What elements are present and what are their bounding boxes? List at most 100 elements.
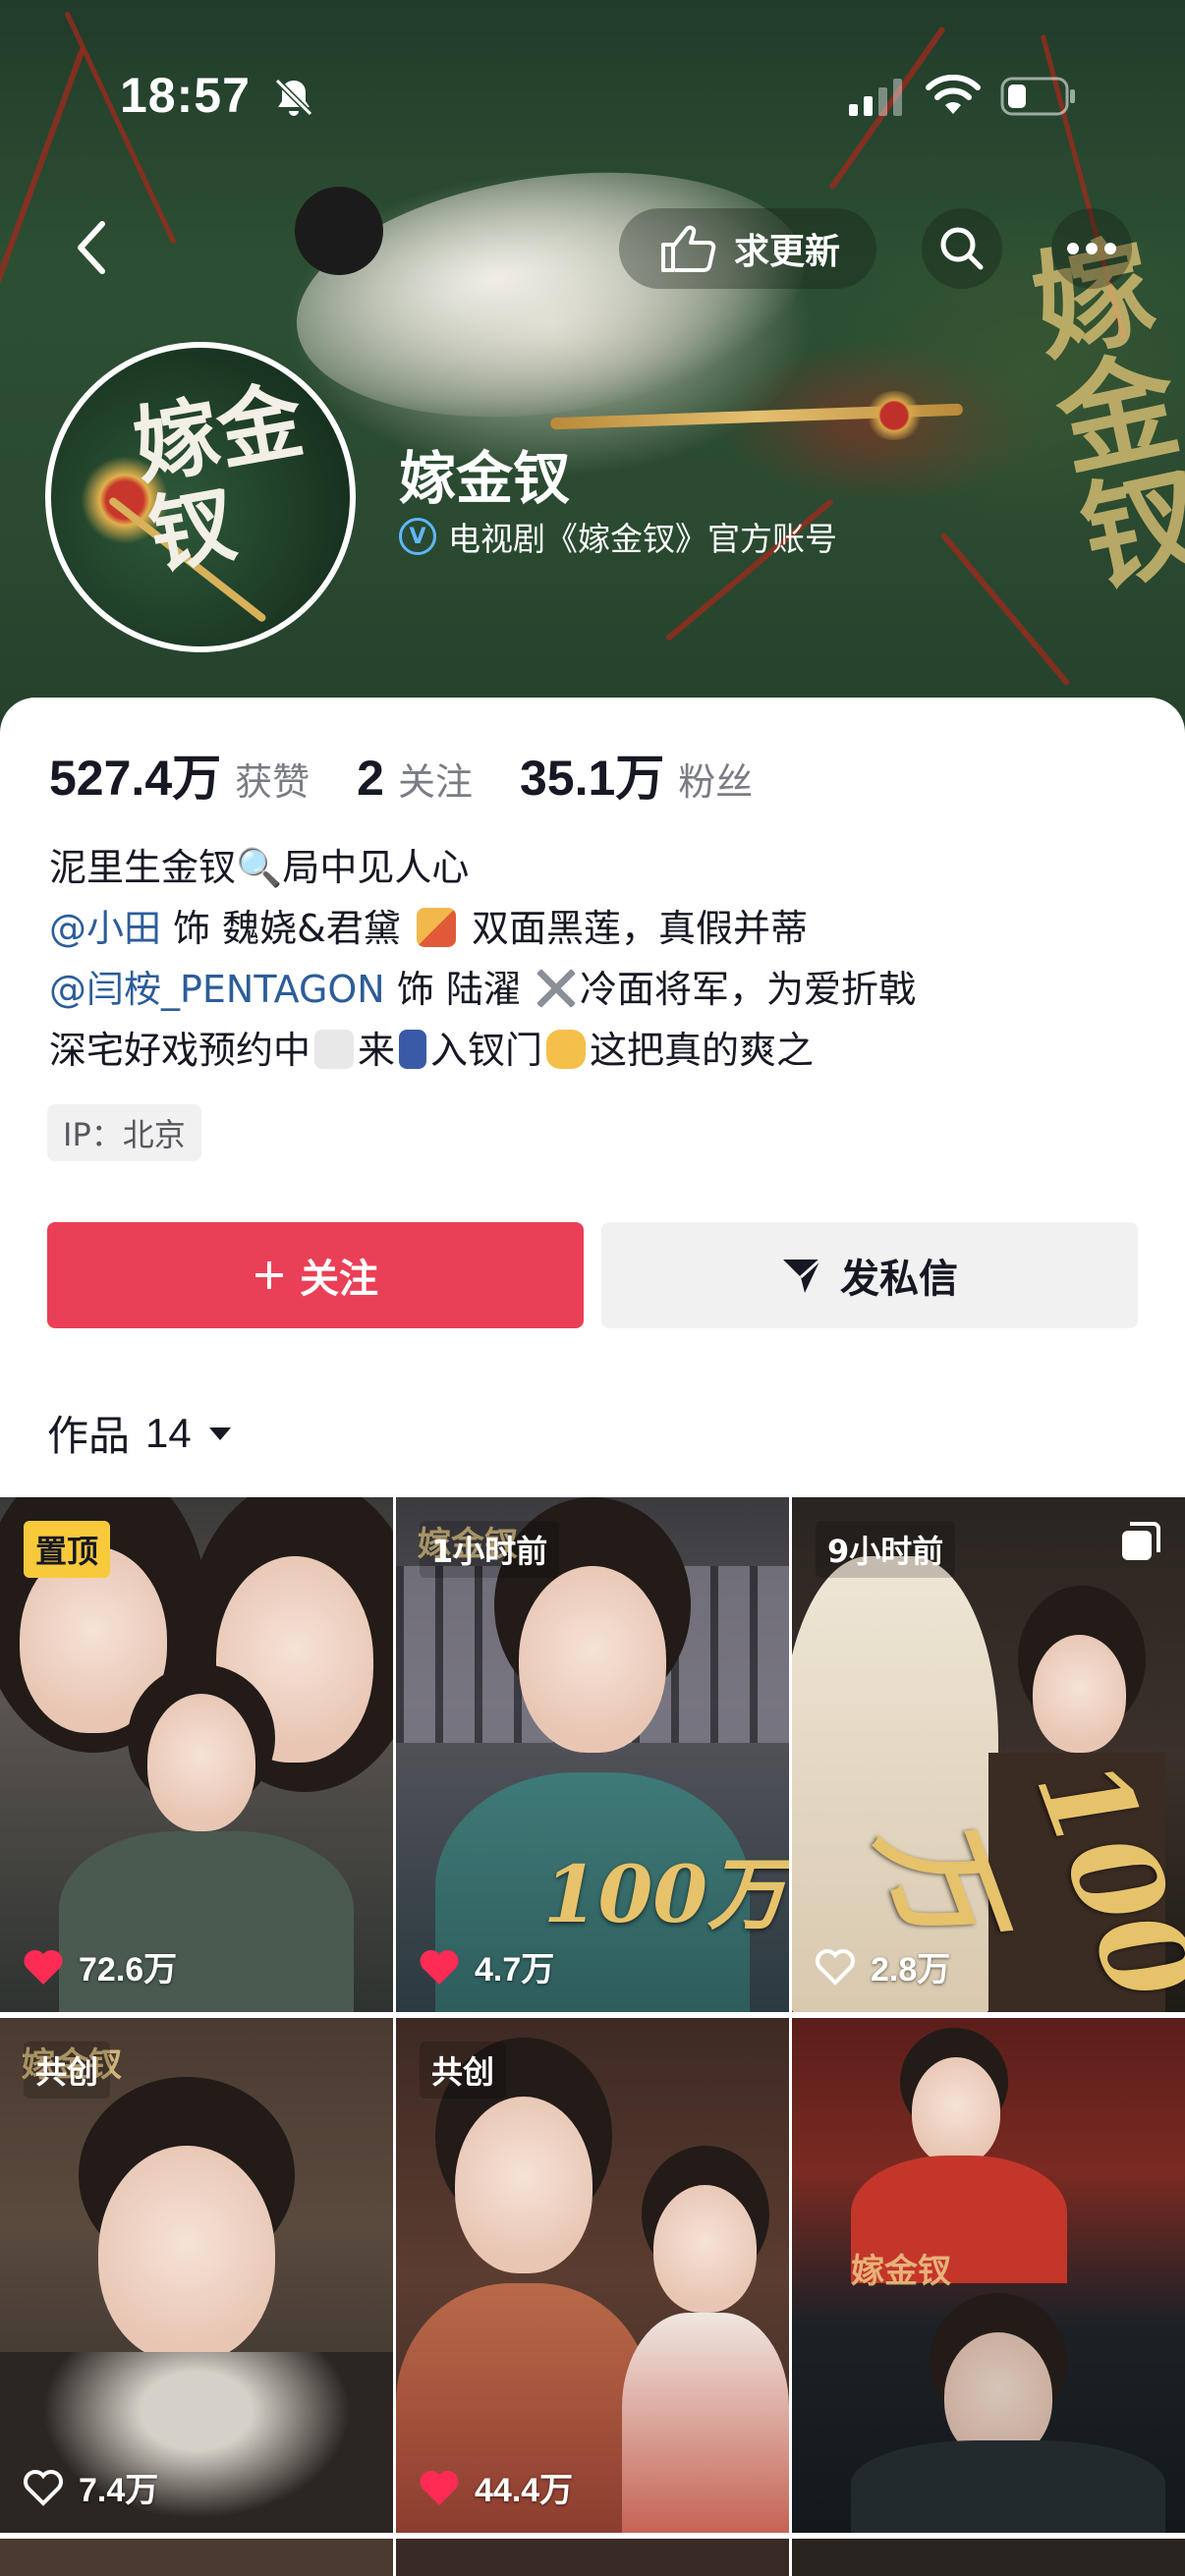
battery-icon bbox=[1000, 77, 1075, 116]
video-thumbnail[interactable]: 置顶 72.6万 bbox=[0, 1497, 393, 2012]
video-thumbnail[interactable]: 100万 嫁金钗 1小时前 4.7万 bbox=[396, 1497, 789, 2012]
multi-image-icon bbox=[1122, 1522, 1160, 1560]
mask-emoji-icon bbox=[416, 908, 456, 947]
stat-following[interactable]: 2 关注 bbox=[357, 750, 473, 807]
video-thumbnail[interactable]: 嫁金钗 bbox=[792, 2018, 1185, 2533]
bio-text: 入钗门 bbox=[430, 1029, 543, 1072]
bio-line-2: @小田 饰 魏娆&君黛 双面黑莲，真假并蒂 bbox=[49, 898, 916, 959]
profile-stats: 527.4万 获赞 2 关注 35.1万 粉丝 bbox=[49, 739, 800, 810]
works-label: 作品 bbox=[47, 1412, 131, 1460]
on-arrow-emoji-icon bbox=[314, 1030, 355, 1069]
bio-line-3: @闫桉_PENTAGON 饰 陆濯 冷面将军，为爱折戟 bbox=[49, 959, 916, 1020]
like-count-text: 4.7万 bbox=[475, 1951, 555, 1988]
video-like-count: 2.8万 bbox=[814, 1942, 950, 1990]
time-badge: 9小时前 bbox=[816, 1521, 956, 1578]
video-thumbnail[interactable] bbox=[396, 2539, 789, 2576]
thumb-overlay-text: 100万 bbox=[543, 1848, 786, 1940]
send-message-button[interactable]: 发私信 bbox=[601, 1222, 1138, 1328]
like-count-text: 72.6万 bbox=[79, 1951, 178, 1988]
bio-line-4: 深宅好戏预约中 来入钗门 这把真的爽之 bbox=[49, 1020, 916, 1081]
thumb-robe bbox=[622, 2313, 789, 2533]
co-create-badge: 共创 bbox=[420, 2042, 507, 2099]
heart-filled-icon bbox=[24, 1949, 63, 1985]
search-icon bbox=[940, 227, 984, 270]
verified-description: V 电视剧《嫁金钗》官方账号 bbox=[399, 513, 837, 560]
back-arrow-icon[interactable] bbox=[63, 212, 122, 283]
heart-filled-icon bbox=[420, 1949, 459, 1985]
avatar[interactable]: 嫁金钗 bbox=[45, 342, 356, 652]
video-thumbnail[interactable]: 共创 44.4万 bbox=[396, 2018, 789, 2533]
banner-figure-hair bbox=[295, 187, 383, 275]
works-count: 14 bbox=[145, 1409, 192, 1456]
search-button[interactable] bbox=[922, 208, 1002, 289]
mention-link[interactable]: @闫桉_PENTAGON bbox=[49, 968, 385, 1011]
video-thumbnail[interactable] bbox=[792, 2539, 1185, 2576]
crossed-swords-emoji-icon bbox=[536, 969, 576, 1008]
more-dots-icon bbox=[1067, 243, 1116, 254]
jeans-emoji-icon bbox=[399, 1030, 427, 1069]
thumb-face bbox=[912, 2057, 1000, 2165]
dropdown-triangle-icon bbox=[208, 1427, 231, 1440]
follow-label: 关注 bbox=[300, 1257, 378, 1302]
stat-likes[interactable]: 527.4万 获赞 bbox=[49, 739, 310, 810]
pointing-hand-emoji-icon bbox=[546, 1030, 587, 1069]
ip-location-tag: IP：北京 bbox=[47, 1104, 201, 1161]
status-time: 18:57 bbox=[120, 68, 251, 123]
bio-text: 双面黑莲，真假并蒂 bbox=[459, 907, 808, 950]
request-update-button[interactable]: 求更新 bbox=[619, 208, 876, 289]
co-create-badge: 共创 bbox=[24, 2042, 111, 2099]
bio-text: 这把真的爽之 bbox=[590, 1029, 815, 1072]
account-name: 嫁金钗 bbox=[399, 445, 571, 512]
thumb-face bbox=[653, 2185, 757, 2313]
stat-following-label: 关注 bbox=[397, 760, 473, 804]
thumb-watermark: 嫁金钗 bbox=[851, 2252, 951, 2291]
silent-mode-icon bbox=[274, 78, 313, 117]
video-thumbnail[interactable]: 嫁金钗 共创 7.4万 bbox=[0, 2018, 393, 2533]
more-options-button[interactable] bbox=[1051, 208, 1132, 289]
follow-button[interactable]: 关注 bbox=[47, 1222, 584, 1328]
works-tab[interactable]: 作品 14 bbox=[47, 1403, 233, 1463]
stat-following-value: 2 bbox=[357, 751, 384, 806]
request-update-label: 求更新 bbox=[733, 232, 840, 272]
profile-bio: 泥里生金钗🔍局中见人心 @小田 饰 魏娆&君黛 双面黑莲，真假并蒂 @闫桉_PE… bbox=[49, 837, 916, 1081]
bio-text: 深宅好戏预约中 bbox=[49, 1029, 311, 1072]
thumb-face bbox=[519, 1566, 666, 1753]
bio-text: 饰 魏娆&君黛 bbox=[161, 907, 413, 950]
stat-likes-value: 527.4万 bbox=[49, 751, 222, 806]
video-like-count: 44.4万 bbox=[418, 2463, 573, 2511]
thumb-face bbox=[98, 2146, 275, 2362]
video-thumbnail[interactable] bbox=[0, 2539, 393, 2576]
cellular-signal-icon bbox=[849, 79, 902, 116]
avatar-calligraphy: 嫁金钗 bbox=[126, 370, 310, 587]
plus-icon bbox=[255, 1261, 283, 1289]
heart-filled-icon bbox=[420, 2470, 459, 2505]
pinned-badge: 置顶 bbox=[24, 1521, 111, 1578]
bio-line-1: 泥里生金钗🔍局中见人心 bbox=[49, 846, 470, 889]
verified-text: 电视剧《嫁金钗》官方账号 bbox=[448, 520, 837, 558]
video-like-count: 4.7万 bbox=[418, 1942, 554, 1990]
stat-followers-label: 粉丝 bbox=[678, 760, 754, 804]
bio-text: 饰 陆濯 bbox=[384, 968, 533, 1011]
stat-likes-label: 获赞 bbox=[235, 760, 310, 804]
thumb-face bbox=[455, 2097, 592, 2273]
send-message-label: 发私信 bbox=[840, 1257, 958, 1302]
like-count-text: 7.4万 bbox=[79, 2472, 159, 2509]
video-thumbnail[interactable]: 100万 9小时前 2.8万 bbox=[792, 1497, 1185, 2012]
video-like-count: 72.6万 bbox=[22, 1942, 177, 1990]
heart-outline-icon bbox=[816, 1948, 855, 1986]
stat-followers-value: 35.1万 bbox=[519, 751, 665, 806]
time-badge: 1小时前 bbox=[420, 1521, 560, 1578]
hand-point-icon bbox=[660, 225, 716, 272]
banner-figure-illustration bbox=[280, 141, 820, 448]
video-like-count: 7.4万 bbox=[22, 2463, 158, 2511]
status-bar: 18:57 bbox=[0, 0, 1185, 187]
stat-followers[interactable]: 35.1万 粉丝 bbox=[520, 739, 753, 810]
send-arrow-icon bbox=[783, 1258, 822, 1293]
banner-hairpin-ornament bbox=[865, 391, 924, 440]
heart-outline-icon bbox=[24, 2469, 63, 2506]
thumb-face bbox=[147, 1694, 255, 1831]
like-count-text: 44.4万 bbox=[475, 2472, 574, 2509]
mention-link[interactable]: @小田 bbox=[49, 907, 161, 950]
thumb-robe bbox=[851, 2440, 1165, 2533]
verified-badge-icon: V bbox=[399, 518, 436, 555]
